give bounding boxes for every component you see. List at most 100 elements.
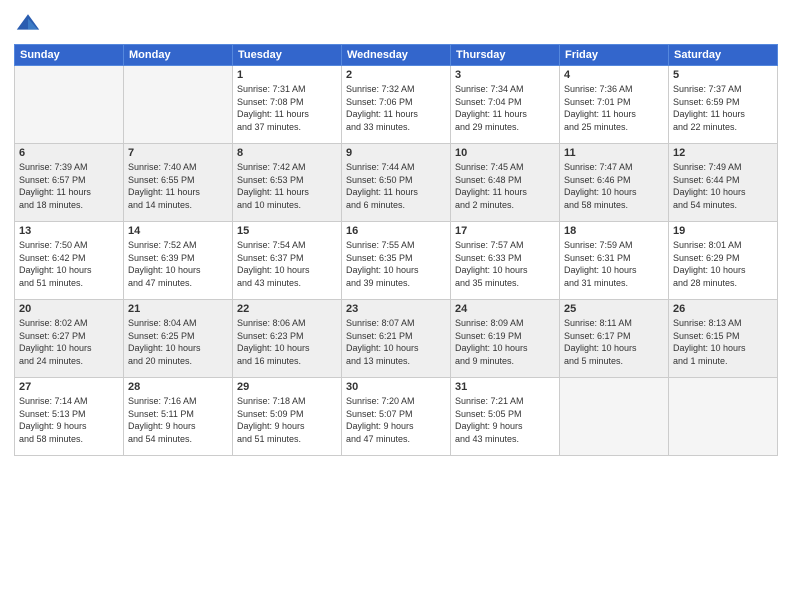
day-detail: Sunrise: 7:21 AM Sunset: 5:05 PM Dayligh… bbox=[455, 395, 555, 445]
day-number: 10 bbox=[455, 147, 555, 159]
day-number: 26 bbox=[673, 303, 773, 315]
day-number: 19 bbox=[673, 225, 773, 237]
day-number: 12 bbox=[673, 147, 773, 159]
day-detail: Sunrise: 7:39 AM Sunset: 6:57 PM Dayligh… bbox=[19, 161, 119, 211]
weekday-header: Saturday bbox=[669, 45, 778, 66]
calendar-cell: 6 Sunrise: 7:39 AM Sunset: 6:57 PM Daylig… bbox=[15, 144, 124, 222]
calendar-cell: 13 Sunrise: 7:50 AM Sunset: 6:42 PM Dayli… bbox=[15, 222, 124, 300]
calendar-cell: 24 Sunrise: 8:09 AM Sunset: 6:19 PM Dayli… bbox=[451, 300, 560, 378]
day-detail: Sunrise: 7:45 AM Sunset: 6:48 PM Dayligh… bbox=[455, 161, 555, 211]
day-detail: Sunrise: 7:49 AM Sunset: 6:44 PM Dayligh… bbox=[673, 161, 773, 211]
calendar-cell: 19 Sunrise: 8:01 AM Sunset: 6:29 PM Dayli… bbox=[669, 222, 778, 300]
day-number: 3 bbox=[455, 69, 555, 81]
calendar-cell: 11 Sunrise: 7:47 AM Sunset: 6:46 PM Dayli… bbox=[560, 144, 669, 222]
calendar-cell: 22Sunrise: 8:06 AM Sunset: 6:23 PM Dayli… bbox=[233, 300, 342, 378]
day-detail: Sunrise: 7:55 AM Sunset: 6:35 PM Dayligh… bbox=[346, 239, 446, 289]
day-number: 21 bbox=[128, 303, 228, 315]
header bbox=[14, 10, 778, 38]
day-number: 11 bbox=[564, 147, 664, 159]
day-number: 15 bbox=[237, 225, 337, 237]
day-detail: Sunrise: 7:37 AM Sunset: 6:59 PM Dayligh… bbox=[673, 83, 773, 133]
day-number: 24 bbox=[455, 303, 555, 315]
calendar-cell: 17 Sunrise: 7:57 AM Sunset: 6:33 PM Dayli… bbox=[451, 222, 560, 300]
weekday-header: Tuesday bbox=[233, 45, 342, 66]
day-detail: Sunrise: 7:47 AM Sunset: 6:46 PM Dayligh… bbox=[564, 161, 664, 211]
calendar-cell: 1 Sunrise: 7:31 AM Sunset: 7:08 PM Daylig… bbox=[233, 66, 342, 144]
day-detail: Sunrise: 8:11 AM Sunset: 6:17 PM Dayligh… bbox=[564, 317, 664, 367]
calendar-cell: 30Sunrise: 7:20 AM Sunset: 5:07 PM Dayli… bbox=[342, 378, 451, 456]
calendar-cell bbox=[560, 378, 669, 456]
calendar-cell: 4Sunrise: 7:36 AM Sunset: 7:01 PM Daylig… bbox=[560, 66, 669, 144]
calendar-cell: 20 Sunrise: 8:02 AM Sunset: 6:27 PM Dayli… bbox=[15, 300, 124, 378]
calendar-week-row: 27 Sunrise: 7:14 AM Sunset: 5:13 PM Dayli… bbox=[15, 378, 778, 456]
day-number: 27 bbox=[19, 381, 119, 393]
day-detail: Sunrise: 7:14 AM Sunset: 5:13 PM Dayligh… bbox=[19, 395, 119, 445]
day-number: 13 bbox=[19, 225, 119, 237]
weekday-header: Monday bbox=[124, 45, 233, 66]
day-detail: Sunrise: 8:04 AM Sunset: 6:25 PM Dayligh… bbox=[128, 317, 228, 367]
day-number: 8 bbox=[237, 147, 337, 159]
weekday-header-row: SundayMondayTuesdayWednesdayThursdayFrid… bbox=[15, 45, 778, 66]
page-container: SundayMondayTuesdayWednesdayThursdayFrid… bbox=[0, 0, 792, 464]
calendar-cell bbox=[124, 66, 233, 144]
day-number: 22 bbox=[237, 303, 337, 315]
day-detail: Sunrise: 8:01 AM Sunset: 6:29 PM Dayligh… bbox=[673, 239, 773, 289]
day-detail: Sunrise: 7:32 AM Sunset: 7:06 PM Dayligh… bbox=[346, 83, 446, 133]
day-detail: Sunrise: 7:44 AM Sunset: 6:50 PM Dayligh… bbox=[346, 161, 446, 211]
day-detail: Sunrise: 7:42 AM Sunset: 6:53 PM Dayligh… bbox=[237, 161, 337, 211]
weekday-header: Friday bbox=[560, 45, 669, 66]
day-number: 2 bbox=[346, 69, 446, 81]
calendar-cell: 26 Sunrise: 8:13 AM Sunset: 6:15 PM Dayli… bbox=[669, 300, 778, 378]
calendar-cell: 21 Sunrise: 8:04 AM Sunset: 6:25 PM Dayli… bbox=[124, 300, 233, 378]
calendar-cell: 28Sunrise: 7:16 AM Sunset: 5:11 PM Dayli… bbox=[124, 378, 233, 456]
day-detail: Sunrise: 8:09 AM Sunset: 6:19 PM Dayligh… bbox=[455, 317, 555, 367]
day-number: 29 bbox=[237, 381, 337, 393]
day-number: 17 bbox=[455, 225, 555, 237]
day-detail: Sunrise: 7:52 AM Sunset: 6:39 PM Dayligh… bbox=[128, 239, 228, 289]
day-detail: Sunrise: 7:34 AM Sunset: 7:04 PM Dayligh… bbox=[455, 83, 555, 133]
day-number: 4 bbox=[564, 69, 664, 81]
day-number: 1 bbox=[237, 69, 337, 81]
day-detail: Sunrise: 8:02 AM Sunset: 6:27 PM Dayligh… bbox=[19, 317, 119, 367]
day-number: 16 bbox=[346, 225, 446, 237]
calendar-cell: 3 Sunrise: 7:34 AM Sunset: 7:04 PM Daylig… bbox=[451, 66, 560, 144]
calendar-cell bbox=[15, 66, 124, 144]
calendar-cell: 5Sunrise: 7:37 AM Sunset: 6:59 PM Daylig… bbox=[669, 66, 778, 144]
calendar-cell: 8 Sunrise: 7:42 AM Sunset: 6:53 PM Daylig… bbox=[233, 144, 342, 222]
calendar-cell: 31 Sunrise: 7:21 AM Sunset: 5:05 PM Dayli… bbox=[451, 378, 560, 456]
day-number: 20 bbox=[19, 303, 119, 315]
day-number: 6 bbox=[19, 147, 119, 159]
day-detail: Sunrise: 8:13 AM Sunset: 6:15 PM Dayligh… bbox=[673, 317, 773, 367]
calendar-week-row: 6 Sunrise: 7:39 AM Sunset: 6:57 PM Daylig… bbox=[15, 144, 778, 222]
day-detail: Sunrise: 8:07 AM Sunset: 6:21 PM Dayligh… bbox=[346, 317, 446, 367]
calendar-cell: 16 Sunrise: 7:55 AM Sunset: 6:35 PM Dayli… bbox=[342, 222, 451, 300]
day-detail: Sunrise: 7:57 AM Sunset: 6:33 PM Dayligh… bbox=[455, 239, 555, 289]
calendar-cell: 14 Sunrise: 7:52 AM Sunset: 6:39 PM Dayli… bbox=[124, 222, 233, 300]
calendar-cell: 18Sunrise: 7:59 AM Sunset: 6:31 PM Dayli… bbox=[560, 222, 669, 300]
calendar-cell: 25 Sunrise: 8:11 AM Sunset: 6:17 PM Dayli… bbox=[560, 300, 669, 378]
day-number: 9 bbox=[346, 147, 446, 159]
day-number: 25 bbox=[564, 303, 664, 315]
calendar-cell: 2 Sunrise: 7:32 AM Sunset: 7:06 PM Daylig… bbox=[342, 66, 451, 144]
day-number: 7 bbox=[128, 147, 228, 159]
calendar-week-row: 20 Sunrise: 8:02 AM Sunset: 6:27 PM Dayli… bbox=[15, 300, 778, 378]
weekday-header: Sunday bbox=[15, 45, 124, 66]
day-detail: Sunrise: 7:50 AM Sunset: 6:42 PM Dayligh… bbox=[19, 239, 119, 289]
calendar-cell: 23Sunrise: 8:07 AM Sunset: 6:21 PM Dayli… bbox=[342, 300, 451, 378]
logo bbox=[14, 10, 44, 38]
day-number: 28 bbox=[128, 381, 228, 393]
calendar-cell bbox=[669, 378, 778, 456]
weekday-header: Wednesday bbox=[342, 45, 451, 66]
weekday-header: Thursday bbox=[451, 45, 560, 66]
calendar-cell: 29Sunrise: 7:18 AM Sunset: 5:09 PM Dayli… bbox=[233, 378, 342, 456]
day-number: 31 bbox=[455, 381, 555, 393]
day-detail: Sunrise: 7:31 AM Sunset: 7:08 PM Dayligh… bbox=[237, 83, 337, 133]
logo-icon bbox=[14, 10, 42, 38]
calendar-week-row: 1 Sunrise: 7:31 AM Sunset: 7:08 PM Daylig… bbox=[15, 66, 778, 144]
calendar-cell: 7Sunrise: 7:40 AM Sunset: 6:55 PM Daylig… bbox=[124, 144, 233, 222]
calendar-cell: 12 Sunrise: 7:49 AM Sunset: 6:44 PM Dayli… bbox=[669, 144, 778, 222]
day-number: 14 bbox=[128, 225, 228, 237]
calendar-cell: 10 Sunrise: 7:45 AM Sunset: 6:48 PM Dayli… bbox=[451, 144, 560, 222]
calendar-cell: 9 Sunrise: 7:44 AM Sunset: 6:50 PM Daylig… bbox=[342, 144, 451, 222]
day-number: 18 bbox=[564, 225, 664, 237]
